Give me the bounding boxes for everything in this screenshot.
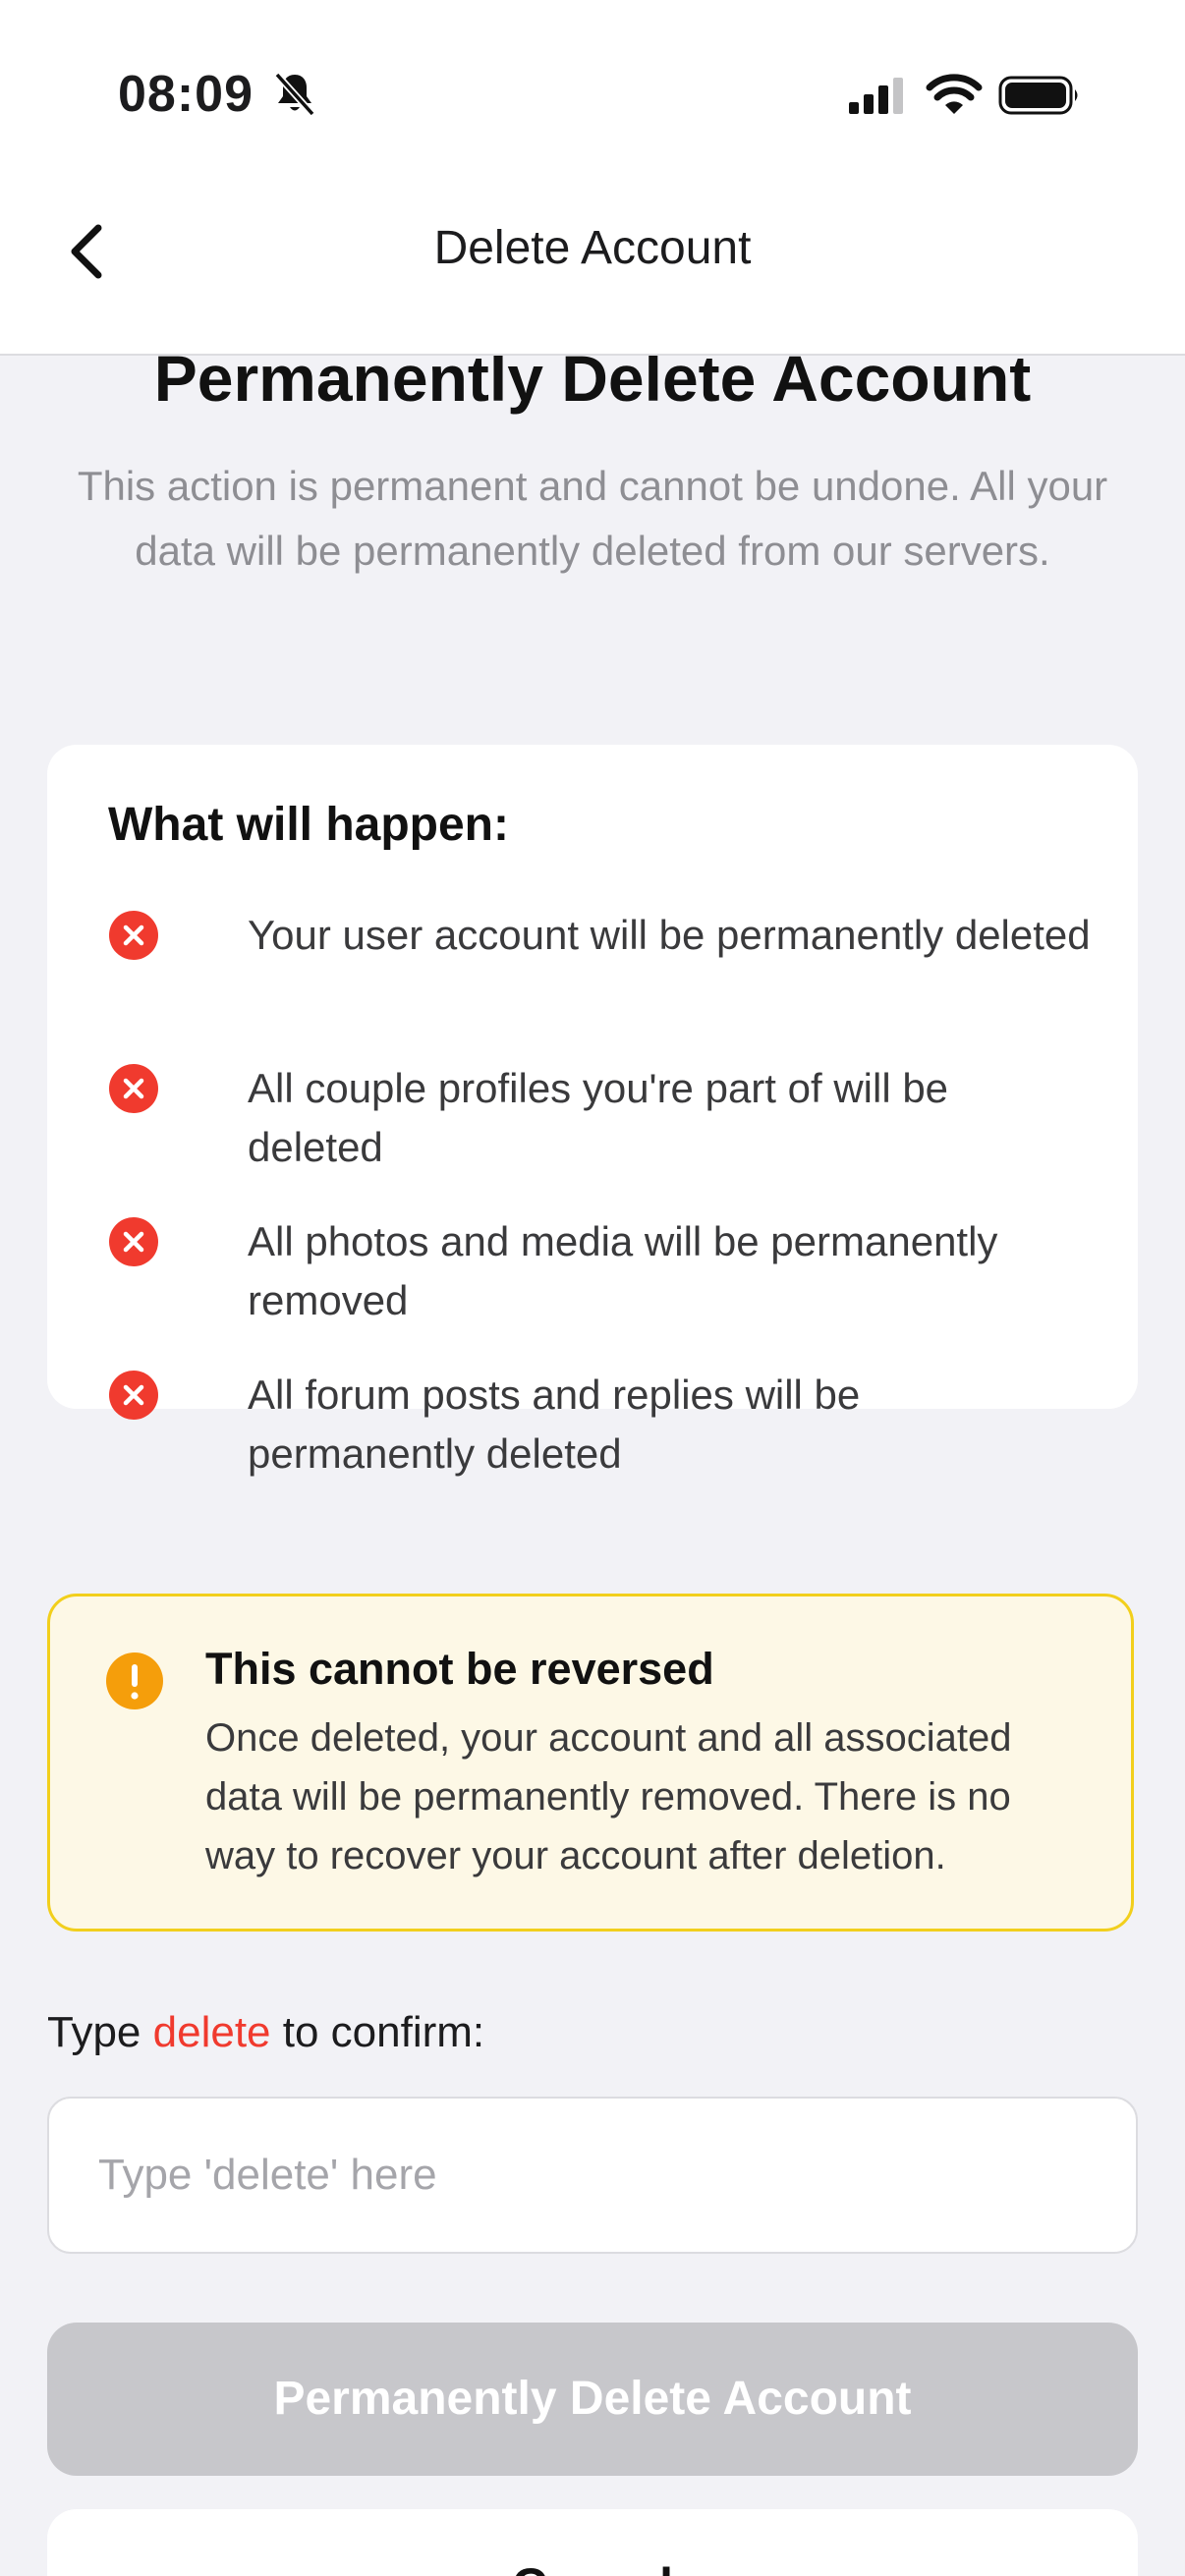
status-bar: 08:09 — [0, 0, 1185, 187]
x-circle-icon — [109, 1217, 158, 1266]
consequences-card: What will happen: Your user account will… — [47, 745, 1138, 1477]
consequence-text: All photos and media will be permanently… — [248, 1218, 998, 1323]
confirm-delete-input[interactable] — [47, 2097, 1138, 2254]
cancel-button[interactable]: Cancel — [47, 2509, 1138, 2576]
bell-slash-icon — [274, 72, 315, 117]
warning-banner: This cannot be reversed Once deleted, yo… — [47, 1594, 1134, 1932]
confirm-label: Type delete to confirm: — [47, 2008, 484, 2057]
confirm-label-suffix: to confirm: — [270, 2008, 485, 2056]
battery-icon — [998, 76, 1078, 115]
consequence-text: All forum posts and replies will be perm… — [248, 1372, 861, 1477]
confirm-label-prefix: Type — [47, 2008, 153, 2056]
exclamation-circle-icon — [106, 1652, 163, 1709]
status-time: 08:09 — [118, 66, 254, 123]
x-circle-icon — [109, 911, 158, 960]
x-circle-icon — [109, 1371, 158, 1420]
x-circle-icon — [109, 1064, 158, 1113]
warning-title: This cannot be reversed — [205, 1644, 714, 1694]
confirm-keyword: delete — [152, 2008, 271, 2056]
page-title: Permanently Delete Account — [153, 356, 1032, 415]
consequence-text: All couple profiles you're part of will … — [248, 1065, 949, 1170]
wifi-icon — [926, 74, 983, 114]
permanently-delete-button[interactable]: Permanently Delete Account — [47, 2323, 1138, 2476]
page-subtitle: This action is permanent and cannot be u… — [77, 463, 1108, 574]
nav-title: Delete Account — [433, 222, 752, 274]
consequences-title: What will happen: — [108, 799, 509, 851]
content-scroll-area[interactable]: Permanently Delete Account This action i… — [0, 356, 1185, 2576]
consequence-text: Your user account will be permanently de… — [248, 912, 1091, 958]
warning-body: Once deleted, your account and all assoc… — [205, 1716, 1012, 1877]
cellular-signal-icon — [849, 78, 903, 114]
nav-bar: Delete Account — [0, 187, 1185, 356]
